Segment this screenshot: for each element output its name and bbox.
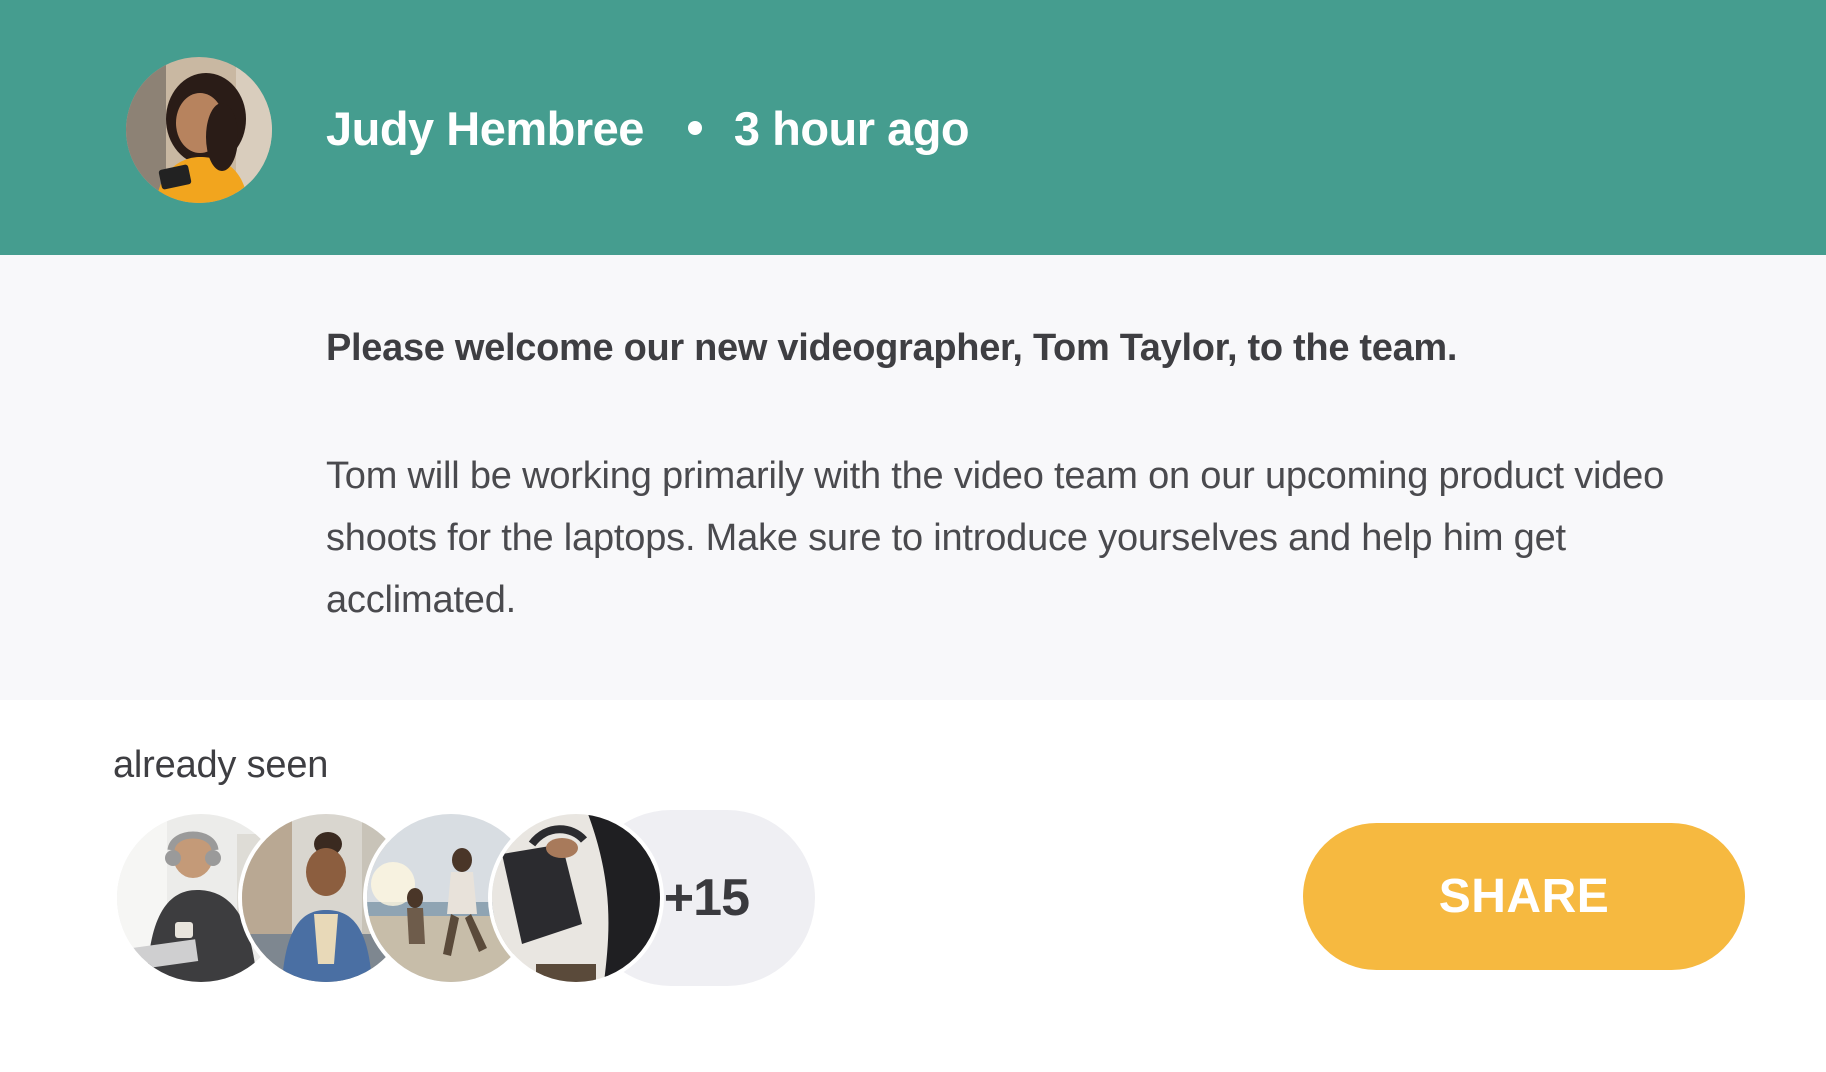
- post-card: Judy Hembree 3 hour ago Please welcome o…: [0, 0, 1826, 1072]
- post-timestamp: 3 hour ago: [733, 101, 970, 155]
- already-seen-label: already seen: [113, 744, 329, 786]
- author-name[interactable]: Judy Hembree: [326, 101, 644, 156]
- post-header: Judy Hembree 3 hour ago: [0, 0, 1826, 255]
- share-button[interactable]: SHARE: [1303, 823, 1745, 970]
- post-headline: Please welcome our new videographer, Tom…: [326, 327, 1458, 369]
- post-paragraph: Tom will be working primarily with the v…: [326, 455, 1665, 621]
- viewer-avatar-4[interactable]: [488, 810, 664, 986]
- post-body: Please welcome our new videographer, Tom…: [0, 255, 1826, 700]
- seen-avatars: +15: [113, 810, 823, 986]
- author-line: Judy Hembree 3 hour ago: [326, 96, 970, 160]
- separator-dot-icon: [687, 121, 702, 135]
- author-avatar[interactable]: [126, 57, 272, 203]
